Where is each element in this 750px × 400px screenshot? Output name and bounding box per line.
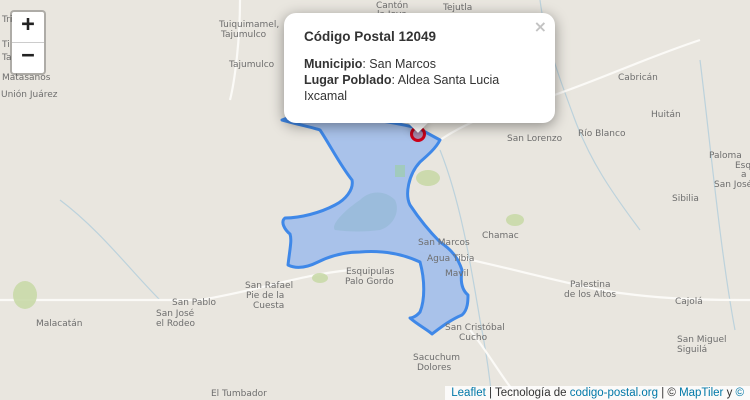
place-label: El Tumbador (211, 389, 267, 399)
place-label: San Pablo (172, 298, 217, 308)
place-label: San Lorenzo (507, 134, 563, 144)
place-label: Palo Gordo (345, 277, 394, 287)
attribution-text: | © (658, 387, 680, 399)
place-label: el Rodeo (156, 319, 196, 329)
attribution-text: y (723, 387, 736, 399)
site-link[interactable]: codigo-postal.org (570, 387, 658, 399)
place-label: San José (714, 179, 750, 190)
place-label: a Bar (741, 170, 750, 180)
place-label: Dolores (417, 363, 451, 373)
municipio-label: Municipio (304, 57, 363, 71)
river (539, 0, 641, 231)
place-label: Cabricán (618, 73, 658, 83)
park-area (506, 214, 524, 226)
place-label: de los Altos (564, 290, 616, 300)
place-label: San Marcos (418, 238, 470, 248)
river (699, 59, 736, 331)
place-label: Ti (1, 40, 10, 50)
place-label: Huitán (651, 110, 681, 120)
zoom-in-button[interactable]: + (12, 12, 44, 43)
river (59, 199, 161, 301)
place-label: Pie de la (246, 291, 284, 301)
place-label: Palestina (570, 280, 611, 290)
osm-link[interactable]: © (736, 387, 744, 399)
place-label: San Rafael (245, 281, 293, 291)
park-area (13, 281, 37, 309)
place-label: Agua Tibia (427, 254, 474, 264)
place-label: Cuesta (253, 301, 284, 311)
place-label: Río Blanco (578, 129, 626, 139)
attribution-text: | Tecnología de (485, 387, 570, 399)
place-label: Mavil (445, 269, 469, 279)
place-label: Siguilá (677, 345, 707, 355)
municipio-row: Municipio: San Marcos (304, 57, 436, 71)
close-icon[interactable]: × (534, 17, 547, 36)
info-popup: × Código Postal 12049 Municipio: San Mar… (284, 13, 555, 123)
attribution: Leaflet | Tecnología de codigo-postal.or… (445, 386, 750, 400)
place-label: Unión Juárez (1, 89, 58, 100)
road (0, 268, 351, 302)
popup-title: Código Postal 12049 (304, 29, 437, 44)
leaflet-link[interactable]: Leaflet (451, 387, 486, 399)
place-label: San José (156, 308, 195, 319)
place-label: Cajolá (675, 297, 703, 307)
place-label: Chamac (482, 231, 519, 241)
zoom-control: + − (10, 10, 46, 75)
park-area (312, 273, 328, 283)
place-label: Tajumulco (228, 60, 275, 70)
park-area (416, 170, 440, 186)
map-view[interactable]: Cantón la Joya Tejutla Tuiquimamel, Taju… (0, 0, 750, 400)
place-label: Sibilia (672, 194, 699, 204)
lugar-row: Lugar Poblado: Aldea Santa Lucia Ixcamal (304, 73, 500, 103)
zoom-out-button[interactable]: − (12, 43, 44, 73)
place-label: Malacatán (36, 319, 83, 329)
place-label: Sacuchum (413, 353, 460, 363)
place-label: San Miguel (677, 335, 727, 345)
place-label: Tejutla (442, 3, 472, 13)
lugar-label: Lugar Poblado (304, 73, 392, 87)
place-label: Tajumulco (220, 30, 267, 40)
place-label: Esquipulas (346, 267, 395, 277)
maptiler-link[interactable]: MapTiler (679, 387, 723, 399)
park-area (395, 165, 405, 177)
place-label: Tuiquimamel, (218, 20, 279, 30)
place-label: Paloma (709, 151, 742, 161)
road (228, 0, 242, 101)
place-label: Cucho (459, 333, 488, 343)
place-label: San Cristóbal (445, 322, 505, 333)
municipio-value: San Marcos (369, 57, 436, 71)
